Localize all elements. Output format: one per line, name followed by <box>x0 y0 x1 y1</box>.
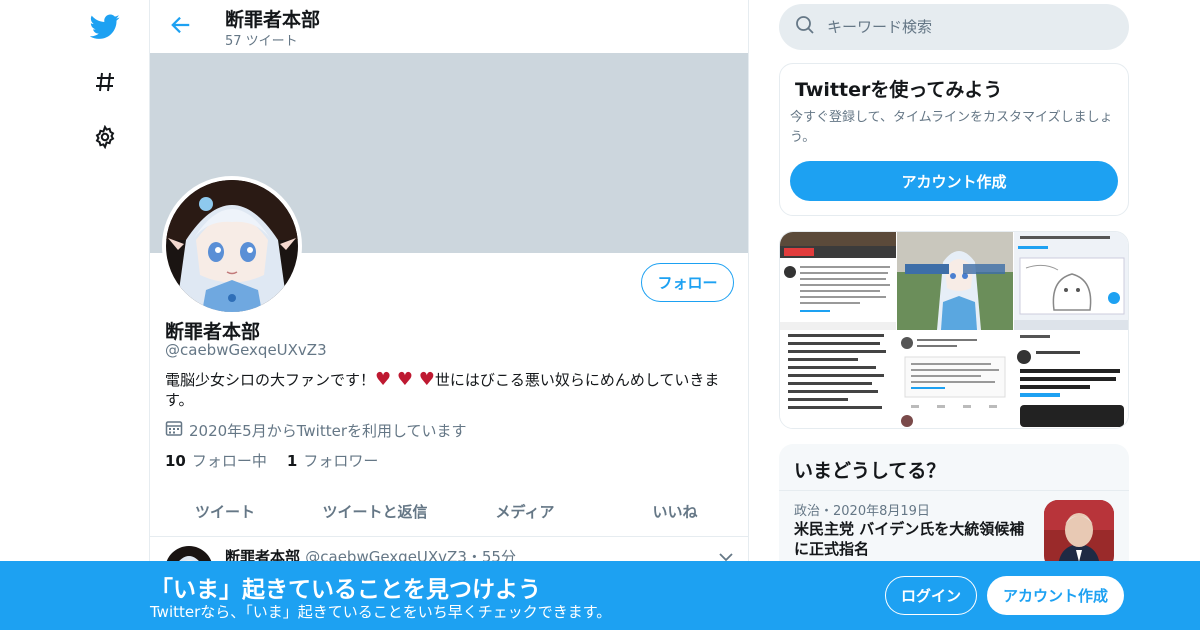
media-thumbnail[interactable] <box>1014 232 1128 330</box>
hashtag-icon[interactable] <box>88 65 122 99</box>
profile-header-bar: 断罪者本部 57 ツイート <box>150 0 748 53</box>
back-arrow-icon[interactable] <box>168 12 194 38</box>
search-bar[interactable] <box>779 4 1129 50</box>
heart-emojis: ♥ ♥ ♥ <box>375 369 435 390</box>
profile-bio: 電脳少女シロの大ファンです！♥ ♥ ♥世にはびこる悪い奴らにめんめしていきます。 <box>165 370 735 410</box>
profile-handle: @caebwGexqeUXvZ3 <box>165 341 327 359</box>
profile-column: 断罪者本部 57 ツイート フォロー 断罪者本部 @caebwGexqeUXvZ… <box>149 0 749 630</box>
media-thumbnail[interactable] <box>780 232 896 428</box>
page-title: 断罪者本部 <box>225 9 321 31</box>
follow-button[interactable]: フォロー <box>641 263 734 302</box>
following-count: 10 <box>165 452 186 470</box>
signup-title: Twitterを使ってみよう <box>795 79 1003 101</box>
trend-image[interactable] <box>1044 500 1114 570</box>
calendar-icon <box>165 419 183 441</box>
twitter-bird-icon[interactable] <box>88 10 122 44</box>
following-label: フォロー中 <box>191 452 267 470</box>
tab-tweets[interactable]: ツイート <box>150 487 300 536</box>
avatar[interactable] <box>162 176 302 316</box>
joined-date: 2020年5月からTwitterを利用しています <box>165 419 467 441</box>
signup-button[interactable]: アカウント作成 <box>987 576 1124 615</box>
login-button[interactable]: ログイン <box>885 576 977 615</box>
followers-link[interactable]: 1 フォロワー <box>287 450 378 471</box>
search-input[interactable] <box>827 18 1107 36</box>
profile-name: 断罪者本部 <box>165 321 261 343</box>
media-thumbnail[interactable] <box>897 331 1013 428</box>
bottom-signup-bar: 「いま」起きていることを見つけよう Twitterなら、「いま」起きていることを… <box>0 561 1200 630</box>
joined-text: 2020年5月からTwitterを利用しています <box>189 421 467 440</box>
followers-count: 1 <box>286 452 298 470</box>
following-link[interactable]: 10 フォロー中 <box>165 450 267 471</box>
bottom-bar-subtitle: Twitterなら、「いま」起きていることをいち早くチェックできます。 <box>150 603 612 621</box>
trends-title: いまどうしてる？ <box>794 460 946 482</box>
signup-card: Twitterを使ってみよう 今すぐ登録して、タイムラインをカスタマイズしましょ… <box>779 63 1129 216</box>
tab-tweets-and-replies[interactable]: ツイートと返信 <box>300 487 450 536</box>
follow-stats: 10 フォロー中 1 フォロワー <box>165 450 378 471</box>
signup-description: 今すぐ登録して、タイムラインをカスタマイズしましょう。 <box>790 110 1113 145</box>
tab-media[interactable]: メディア <box>450 487 600 536</box>
media-thumbnail[interactable] <box>1014 331 1128 428</box>
create-account-button[interactable]: アカウント作成 <box>790 161 1118 201</box>
gear-icon[interactable] <box>88 120 122 154</box>
media-grid <box>779 231 1129 429</box>
bio-text-start: 電脳少女シロの大ファンです！ <box>165 371 376 389</box>
trend-meta: 政治・2020年8月19日 <box>794 504 930 519</box>
tab-likes[interactable]: いいね <box>600 487 748 536</box>
bottom-bar-title: 「いま」起きていることを見つけよう <box>150 577 541 603</box>
media-thumbnail[interactable] <box>897 232 1013 330</box>
tweet-count: 57 ツイート <box>225 34 298 49</box>
followers-label: フォロワー <box>303 452 379 470</box>
profile-tabs: ツイート ツイートと返信 メディア いいね <box>150 487 748 537</box>
trend-item[interactable]: 米民主党 バイデン氏を大統領候補に正式指名 <box>794 519 1034 559</box>
search-icon <box>795 15 815 39</box>
divider <box>779 490 1129 491</box>
